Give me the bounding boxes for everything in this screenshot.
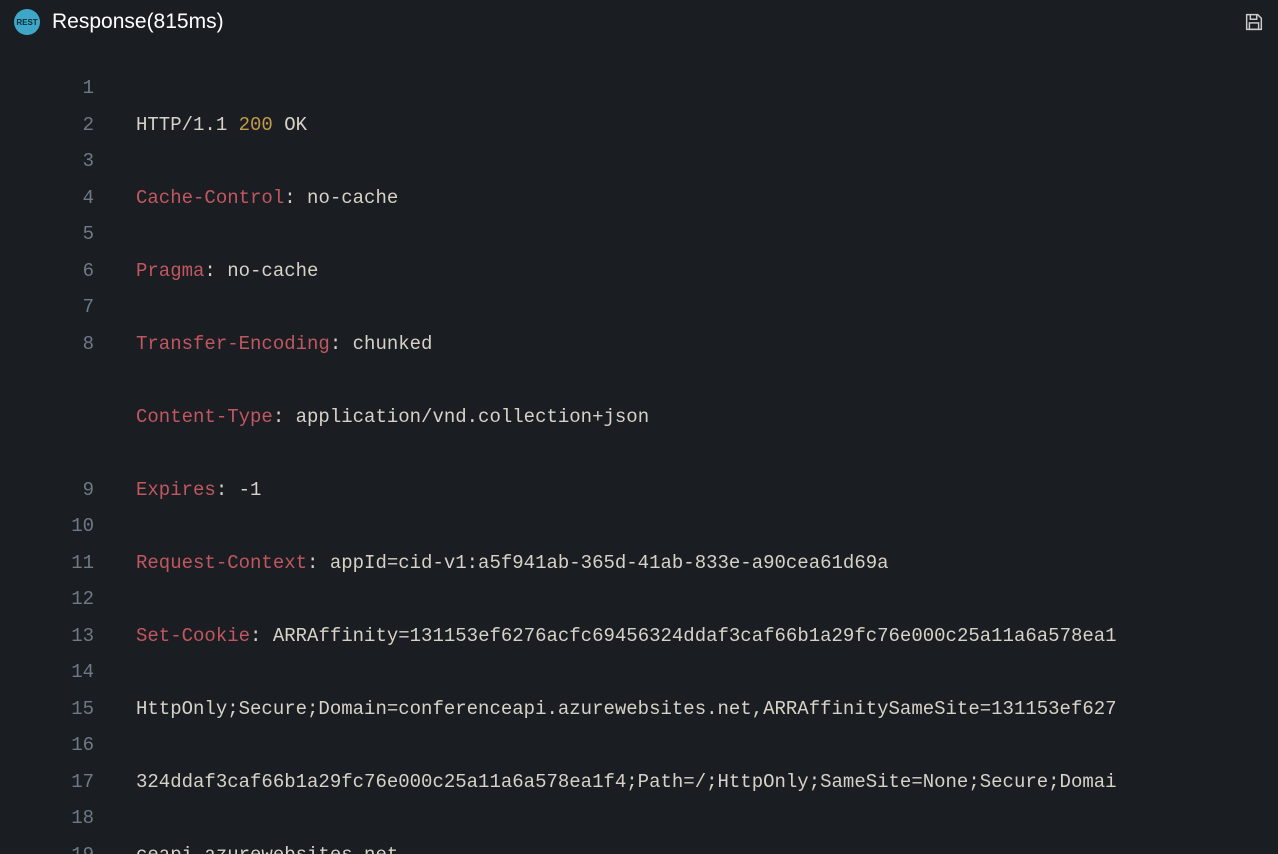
header-name: Set-Cookie — [136, 625, 250, 647]
code-line: 324ddaf3caf66b1a29fc76e000c25a11a6a578ea… — [136, 764, 1278, 801]
title-prefix: Response — [52, 10, 147, 33]
line-number: 7 — [0, 289, 118, 326]
code-line: Request-Context: appId=cid-v1:a5f941ab-3… — [136, 545, 1278, 582]
line-number: 15 — [0, 691, 118, 728]
header-value: : no-cache — [204, 260, 318, 282]
title-timing: (815ms) — [147, 10, 224, 33]
header-name: Expires — [136, 479, 216, 501]
code-line: Set-Cookie: ARRAffinity=131153ef6276acfc… — [136, 618, 1278, 655]
http-status-text: OK — [273, 114, 307, 136]
title-actions — [1238, 6, 1270, 38]
line-number: 3 — [0, 143, 118, 180]
save-icon[interactable] — [1238, 6, 1270, 38]
code-line: HTTP/1.1 200 OK — [136, 107, 1278, 144]
header-value: : chunked — [330, 333, 433, 355]
header-value-wrap: ceapi.azurewebsites.net — [136, 844, 398, 854]
response-panel: REST Response(815ms) 1 2 3 4 5 6 7 8 — [0, 0, 1278, 854]
header-value: : -1 — [216, 479, 262, 501]
line-number: 9 — [0, 472, 118, 509]
header-value: : appId=cid-v1:a5f941ab-365d-41ab-833e-a… — [307, 552, 889, 574]
header-name: Pragma — [136, 260, 204, 282]
code-line: Expires: -1 — [136, 472, 1278, 509]
line-number — [0, 435, 118, 472]
line-gutter: 1 2 3 4 5 6 7 8 9 10 11 12 13 14 15 16 1… — [0, 70, 118, 854]
line-number: 4 — [0, 180, 118, 217]
panel-title: Response(815ms) — [52, 10, 224, 34]
header-value-wrap: HttpOnly;Secure;Domain=conferenceapi.azu… — [136, 698, 1117, 720]
header-name: Request-Context — [136, 552, 307, 574]
line-number: 12 — [0, 581, 118, 618]
header-name: Cache-Control — [136, 187, 284, 209]
line-number: 16 — [0, 727, 118, 764]
line-number: 5 — [0, 216, 118, 253]
line-number: 14 — [0, 654, 118, 691]
http-protocol: HTTP/1.1 — [136, 114, 239, 136]
header-name: Content-Type — [136, 406, 273, 428]
header-value: : ARRAffinity=131153ef6276acfc69456324dd… — [250, 625, 1117, 647]
line-number: 2 — [0, 107, 118, 144]
rest-client-icon: REST — [14, 9, 40, 35]
code-line: Cache-Control: no-cache — [136, 180, 1278, 217]
code-line: HttpOnly;Secure;Domain=conferenceapi.azu… — [136, 691, 1278, 728]
http-status-code: 200 — [239, 114, 273, 136]
code-line: ceapi.azurewebsites.net — [136, 837, 1278, 854]
line-number: 8 — [0, 326, 118, 363]
line-number: 19 — [0, 837, 118, 854]
line-number: 1 — [0, 70, 118, 107]
header-name: Transfer-Encoding — [136, 333, 330, 355]
line-number: 10 — [0, 508, 118, 545]
line-number: 18 — [0, 800, 118, 837]
line-number: 6 — [0, 253, 118, 290]
code-line: Pragma: no-cache — [136, 253, 1278, 290]
title-bar: REST Response(815ms) — [0, 0, 1278, 46]
code-line: Content-Type: application/vnd.collection… — [136, 399, 1278, 436]
code-content[interactable]: HTTP/1.1 200 OK Cache-Control: no-cache … — [118, 70, 1278, 854]
line-number: 13 — [0, 618, 118, 655]
line-number — [0, 362, 118, 399]
code-editor[interactable]: 1 2 3 4 5 6 7 8 9 10 11 12 13 14 15 16 1… — [0, 46, 1278, 854]
line-number — [0, 399, 118, 436]
code-line: Transfer-Encoding: chunked — [136, 326, 1278, 363]
header-value: : no-cache — [284, 187, 398, 209]
header-value: : application/vnd.collection+json — [273, 406, 649, 428]
line-number: 11 — [0, 545, 118, 582]
header-value-wrap: 324ddaf3caf66b1a29fc76e000c25a11a6a578ea… — [136, 771, 1117, 793]
line-number: 17 — [0, 764, 118, 801]
